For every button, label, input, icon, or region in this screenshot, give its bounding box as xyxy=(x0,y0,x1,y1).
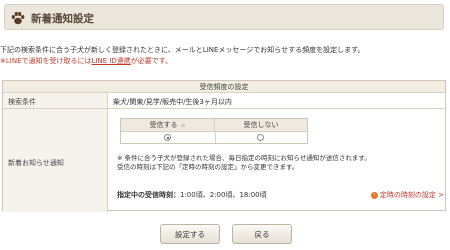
set-button[interactable]: 設定する xyxy=(160,224,220,244)
times-label: 指定中の受信時刻： xyxy=(117,191,180,199)
receive-toggle-table: 受信する ≡ 受信しない xyxy=(120,118,308,144)
receive-off-label: 受信しない xyxy=(243,121,279,129)
note-line-1: ※ 条件に合う子犬が登録された場合、毎日指定の時刻にお知らせ通知が送信されます。 xyxy=(117,154,371,162)
back-button[interactable]: 戻る xyxy=(232,224,292,244)
page-header: 新着通知設定 xyxy=(4,4,444,30)
paw-icon xyxy=(11,11,25,25)
intro-line-1: 下記の検索条件に合う子犬が新しく登録されたときに、メールとLINEメッセージでお… xyxy=(0,46,365,54)
intro-line-2-prefix: ※LINEで通知を受け取るには xyxy=(0,57,92,65)
time-settings-link[interactable]: › 定時の時刻の設定 > xyxy=(370,190,444,200)
current-times: 指定中の受信時刻：1:00頃、2:00頃、18:00頃 xyxy=(117,190,267,200)
receive-on-label: 受信する xyxy=(149,121,178,129)
page: 新着通知設定 下記の検索条件に合う子犬が新しく登録されたときに、メールとLINE… xyxy=(0,0,450,250)
times-value: 1:00頃、2:00頃、18:00頃 xyxy=(180,191,267,199)
page-title: 新着通知設定 xyxy=(31,13,94,25)
line-id-link[interactable]: LINE ID連携 xyxy=(92,57,131,65)
time-settings-link-label: 定時の時刻の設定 > xyxy=(379,191,444,199)
note-line-2: 受信の時刻は下記の「定時の時刻の設定」から変更できます。 xyxy=(117,163,299,171)
menu-icon: ≡ xyxy=(180,122,186,129)
search-condition-value: 柴犬/関東/見学/販売中/生後3ヶ月以内 xyxy=(113,98,232,106)
search-condition-label-cell: 検索条件 xyxy=(3,93,108,108)
notification-label-cell: 新着お知らせ通知 xyxy=(3,109,108,212)
intro-text: 下記の検索条件に合う子犬が新しく登録されたときに、メールとLINEメッセージでお… xyxy=(0,45,364,67)
receive-off-radio[interactable] xyxy=(257,134,264,141)
arrow-circle-icon: › xyxy=(370,191,378,199)
search-condition-row: 検索条件 柴犬/関東/見学/販売中/生後3ヶ月以内 xyxy=(3,93,445,109)
receive-off-header: 受信しない xyxy=(215,119,307,132)
receive-on-header: 受信する ≡ xyxy=(121,119,215,132)
notification-label: 新着お知らせ通知 xyxy=(8,159,64,167)
receive-off-cell xyxy=(215,132,307,143)
intro-line-2: ※LINEで通知を受け取るにはLINE ID連携が必要です。 xyxy=(0,56,364,67)
intro-line-2-suffix: が必要です。 xyxy=(130,57,173,65)
table-caption: 受信頻度の設定 xyxy=(3,81,445,93)
receive-on-cell xyxy=(121,132,216,143)
receive-on-radio[interactable] xyxy=(164,134,171,141)
search-condition-label: 検索条件 xyxy=(8,98,36,106)
notification-note: ※ 条件に合う子犬が登録された場合、毎日指定の時刻にお知らせ通知が送信されます。… xyxy=(117,154,371,172)
